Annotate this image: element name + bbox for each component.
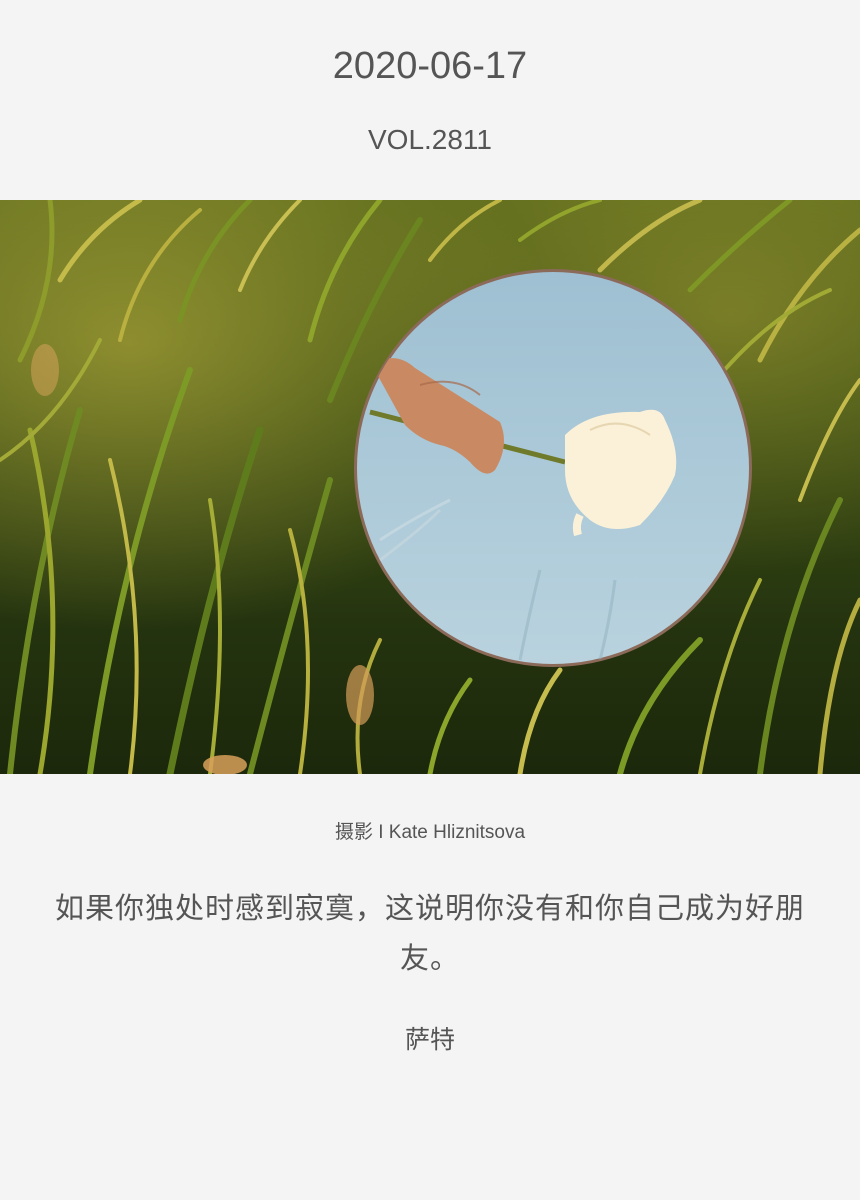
- quote-text: 如果你独处时感到寂寞，这说明你没有和你自己成为好朋友。: [54, 893, 805, 975]
- date-label: 2020-06-17: [332, 45, 528, 87]
- photo-credit: 摄影 I Kate Hliznitsova: [334, 822, 526, 843]
- feature-photo: [0, 200, 860, 774]
- volume-label: VOL.2811: [367, 124, 493, 155]
- quote-author: 萨特: [404, 1026, 455, 1054]
- daily-quote-card: 2020-06-17 VOL.2811 摄影 I Kate Hliznitsov…: [0, 0, 860, 1200]
